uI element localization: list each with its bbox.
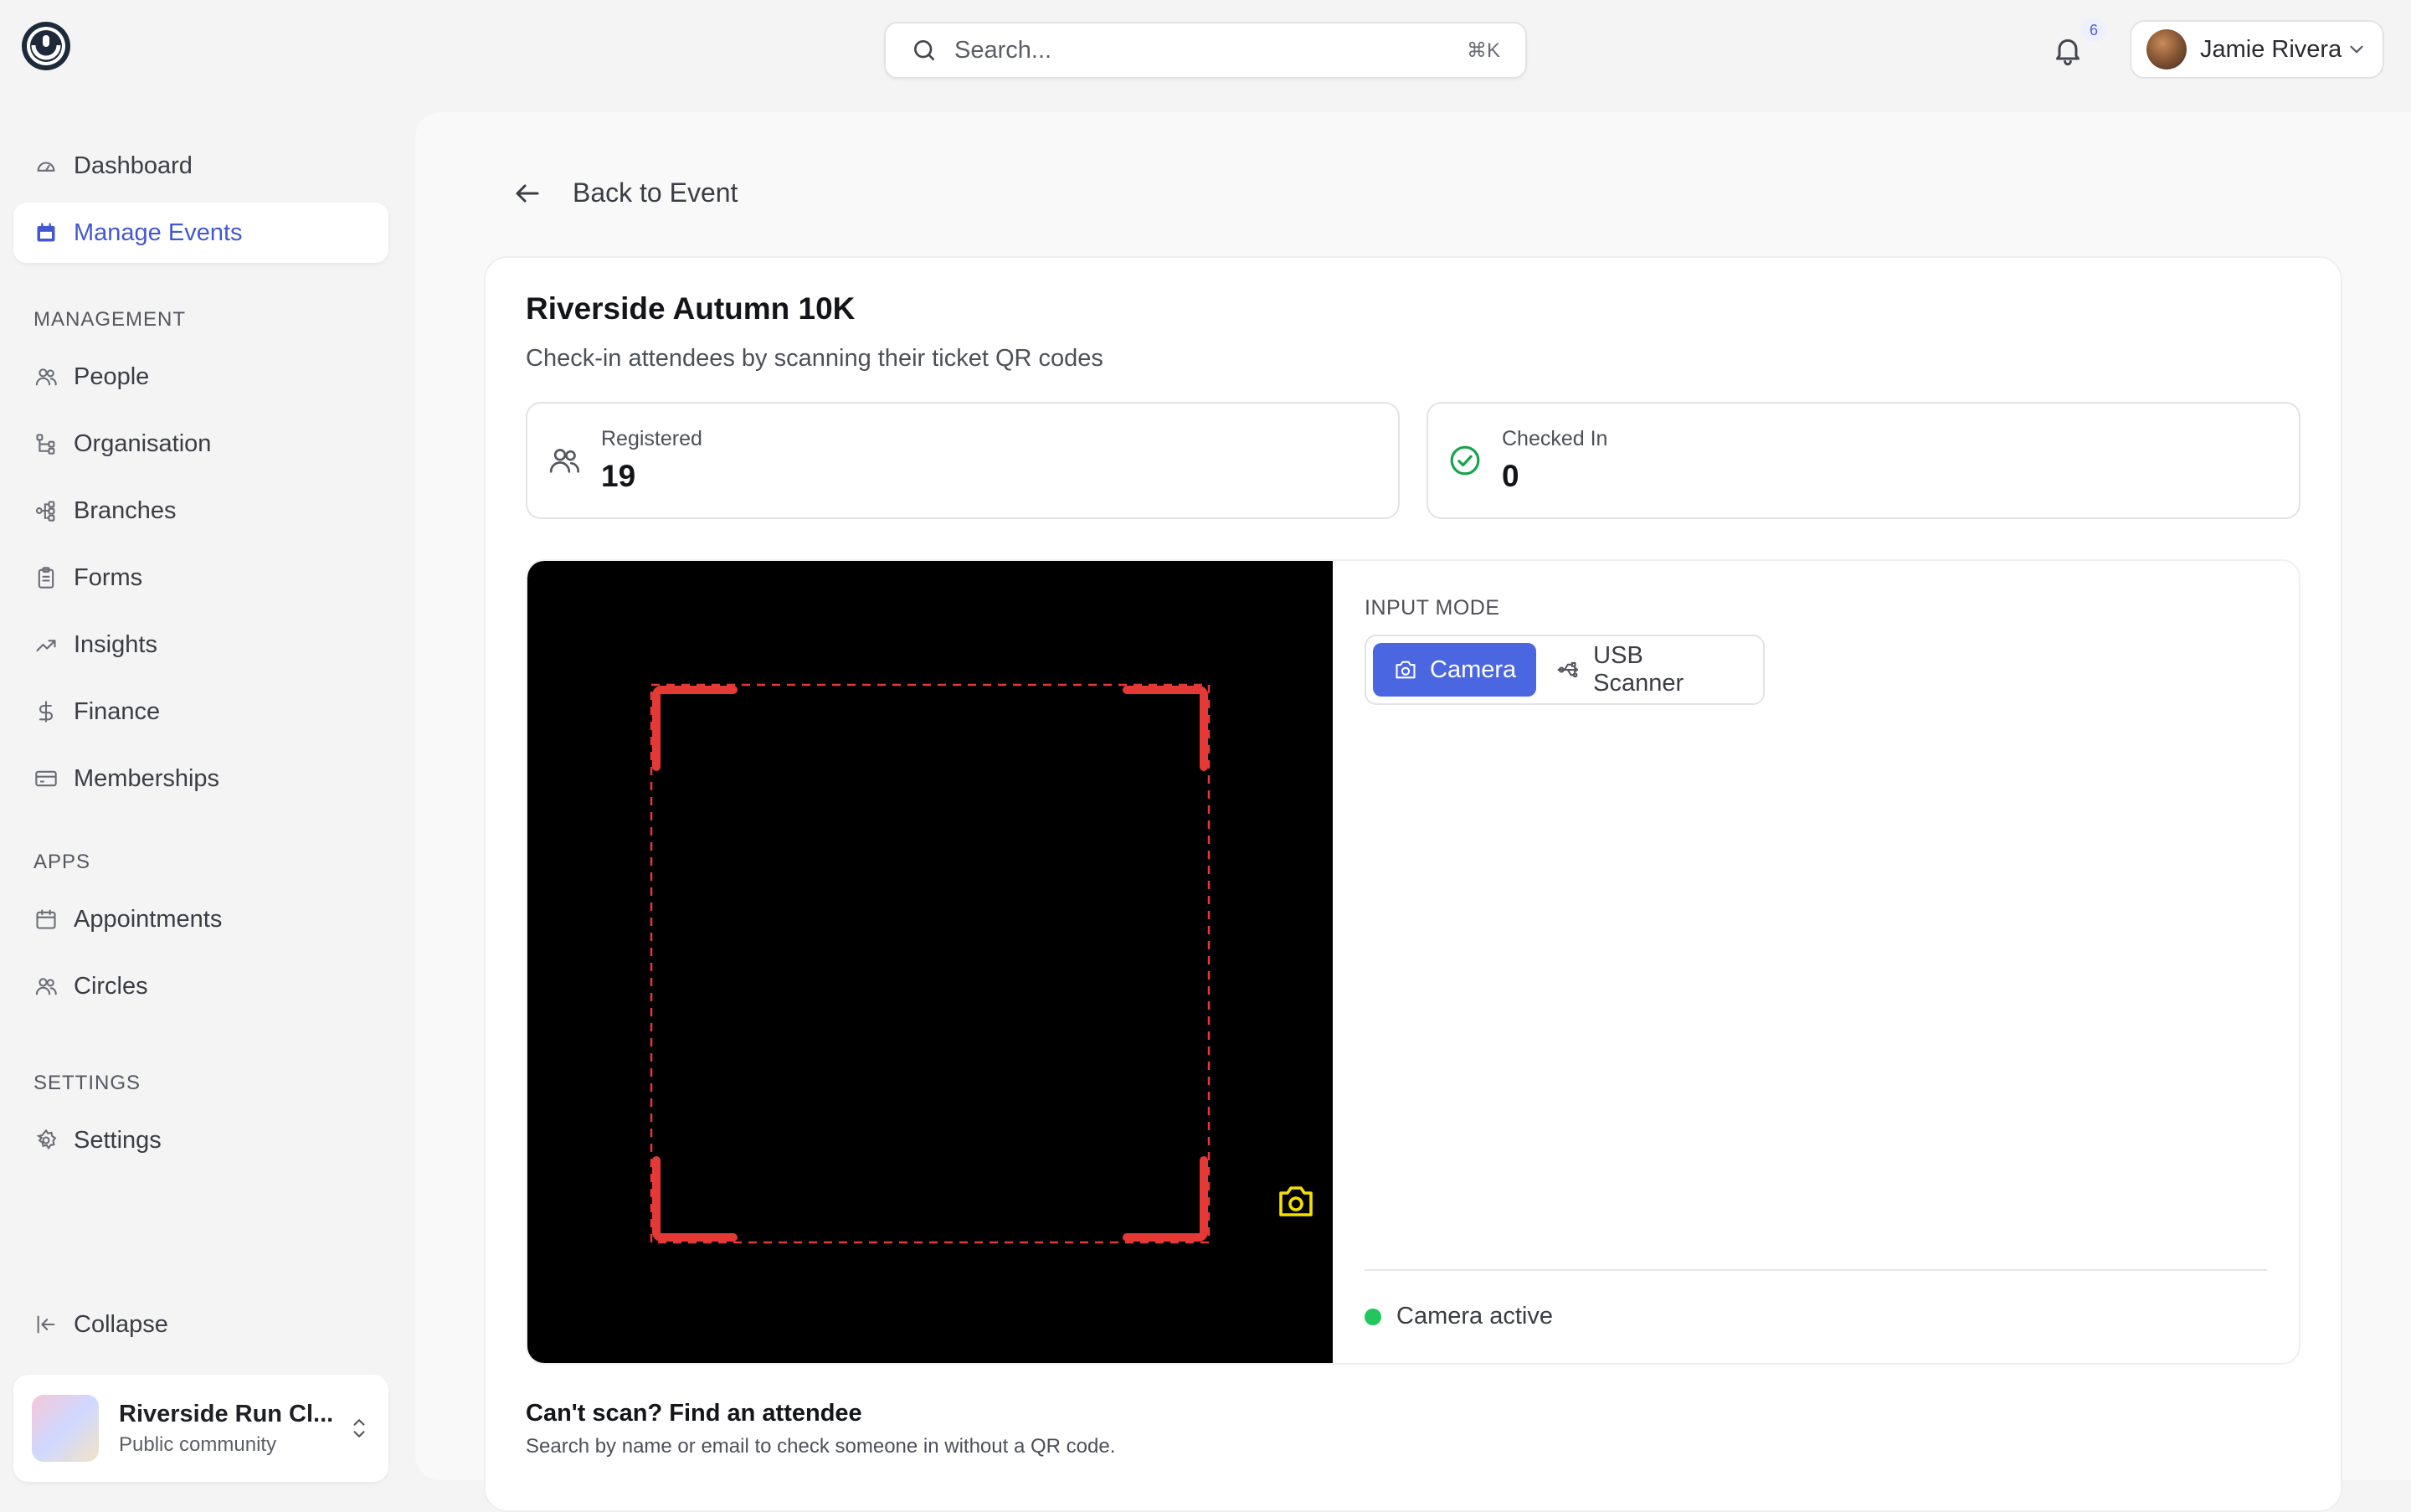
find-attendee-subtitle: Search by name or email to check someone… [526, 1435, 1116, 1458]
status-text: Camera active [1396, 1303, 1553, 1329]
org-subtitle: Public community [119, 1432, 277, 1456]
user-name: Jamie Rivera [2200, 35, 2342, 63]
sidebar-item-settings[interactable]: Settings [13, 1110, 388, 1170]
scanner-panel: INPUT MODE Camera USB Scanner Camera act… [526, 559, 2300, 1365]
search-icon [911, 37, 938, 64]
users-icon [547, 444, 581, 477]
sidebar-item-label: Appointments [74, 905, 223, 933]
camera-icon [1393, 657, 1418, 682]
sidebar-item-label: Forms [74, 563, 143, 591]
camera-status: Camera active [1365, 1303, 1553, 1330]
input-mode-label: INPUT MODE [1365, 596, 1500, 620]
collapse-sidebar-button[interactable]: Collapse [13, 1294, 388, 1355]
org-name: Riverside Run Cl... [119, 1400, 334, 1427]
gear-icon [33, 1128, 59, 1153]
calendar-icon [33, 220, 59, 245]
sidebar-item-finance[interactable]: Finance [13, 681, 388, 742]
camera-mode-button[interactable]: Camera [1373, 643, 1537, 697]
back-to-event-link[interactable]: Back to Event [512, 177, 738, 208]
sidebar-item-label: Insights [74, 630, 157, 658]
search-shortcut-hint: ⌘K [1466, 39, 1500, 62]
qr-scan-frame [650, 683, 1211, 1244]
users-icon [33, 364, 59, 389]
arrow-left-icon [512, 178, 542, 208]
card-icon [33, 766, 59, 791]
sidebar-item-label: Branches [74, 496, 177, 524]
camera-viewport[interactable] [527, 561, 1333, 1363]
mode-label: Camera [1430, 656, 1517, 683]
app-logo[interactable] [20, 20, 72, 72]
sidebar-item-label: People [74, 363, 150, 390]
status-dot [1365, 1308, 1381, 1325]
sidebar-item-forms[interactable]: Forms [13, 548, 388, 608]
clipboard-icon [33, 565, 59, 590]
search-bar[interactable]: Search... ⌘K [884, 22, 1527, 79]
stat-value: 0 [1502, 459, 1519, 493]
back-label: Back to Event [573, 177, 738, 208]
notification-bell-icon[interactable] [2049, 32, 2086, 69]
find-attendee-title: Can't scan? Find an attendee [526, 1400, 862, 1427]
sidebar-item-label: Dashboard [74, 152, 193, 179]
sidebar-item-circles[interactable]: Circles [13, 956, 388, 1016]
sidebar-item-manage-events[interactable]: Manage Events [13, 203, 388, 263]
section-label-apps: APPS [33, 851, 91, 873]
divider [1365, 1269, 2267, 1271]
calendar-icon [33, 907, 59, 932]
sidebar: Dashboard Manage Events MANAGEMENT Peopl… [0, 126, 402, 1507]
trend-up-icon [33, 632, 59, 657]
chevron-down-icon [2346, 39, 2367, 60]
usb-icon [1556, 657, 1581, 682]
org-avatar [32, 1395, 99, 1462]
sidebar-item-memberships[interactable]: Memberships [13, 748, 388, 809]
event-subtitle: Check-in attendees by scanning their tic… [526, 345, 1103, 372]
input-mode-toggle: Camera USB Scanner [1365, 635, 1765, 705]
organisation-switcher[interactable]: Riverside Run Cl... Public community [13, 1375, 388, 1482]
sidebar-item-dashboard[interactable]: Dashboard [13, 136, 388, 196]
sidebar-item-branches[interactable]: Branches [13, 481, 388, 541]
sidebar-item-label: Manage Events [74, 219, 243, 246]
avatar [2146, 29, 2187, 69]
sidebar-item-label: Finance [74, 697, 161, 725]
sidebar-item-appointments[interactable]: Appointments [13, 889, 388, 949]
stat-value: 19 [601, 459, 636, 493]
stat-label: Registered [601, 427, 702, 450]
switch-camera-icon[interactable] [1276, 1182, 1316, 1221]
stat-checked-in: Checked In 0 [1427, 402, 2300, 519]
stat-label: Checked In [1502, 427, 1608, 450]
notification-count-badge: 6 [2081, 18, 2106, 42]
sidebar-item-label: Circles [74, 972, 148, 1000]
collapse-label: Collapse [74, 1310, 168, 1338]
section-label-settings: SETTINGS [33, 1072, 141, 1094]
check-circle-icon [1448, 444, 1482, 477]
sidebar-item-label: Memberships [74, 764, 220, 792]
gauge-icon [33, 153, 59, 178]
sidebar-item-organisation[interactable]: Organisation [13, 414, 388, 474]
sidebar-item-insights[interactable]: Insights [13, 615, 388, 675]
user-menu-button[interactable]: Jamie Rivera [2130, 20, 2384, 79]
search-input[interactable]: Search... [954, 37, 1467, 64]
chevron-up-down-icon [348, 1414, 370, 1443]
dollar-icon [33, 699, 59, 724]
sidebar-item-label: Organisation [74, 429, 212, 457]
collapse-icon [33, 1312, 59, 1337]
mode-label: USB Scanner [1593, 642, 1684, 697]
event-title: Riverside Autumn 10K [526, 291, 856, 326]
section-label-management: MANAGEMENT [33, 308, 187, 331]
sidebar-item-people[interactable]: People [13, 347, 388, 407]
stat-registered: Registered 19 [526, 402, 1400, 519]
branches-icon [33, 498, 59, 523]
hierarchy-icon [33, 431, 59, 456]
usb-scanner-mode-button[interactable]: USB Scanner [1536, 642, 1756, 697]
sidebar-item-label: Settings [74, 1126, 162, 1154]
users-icon [33, 974, 59, 999]
